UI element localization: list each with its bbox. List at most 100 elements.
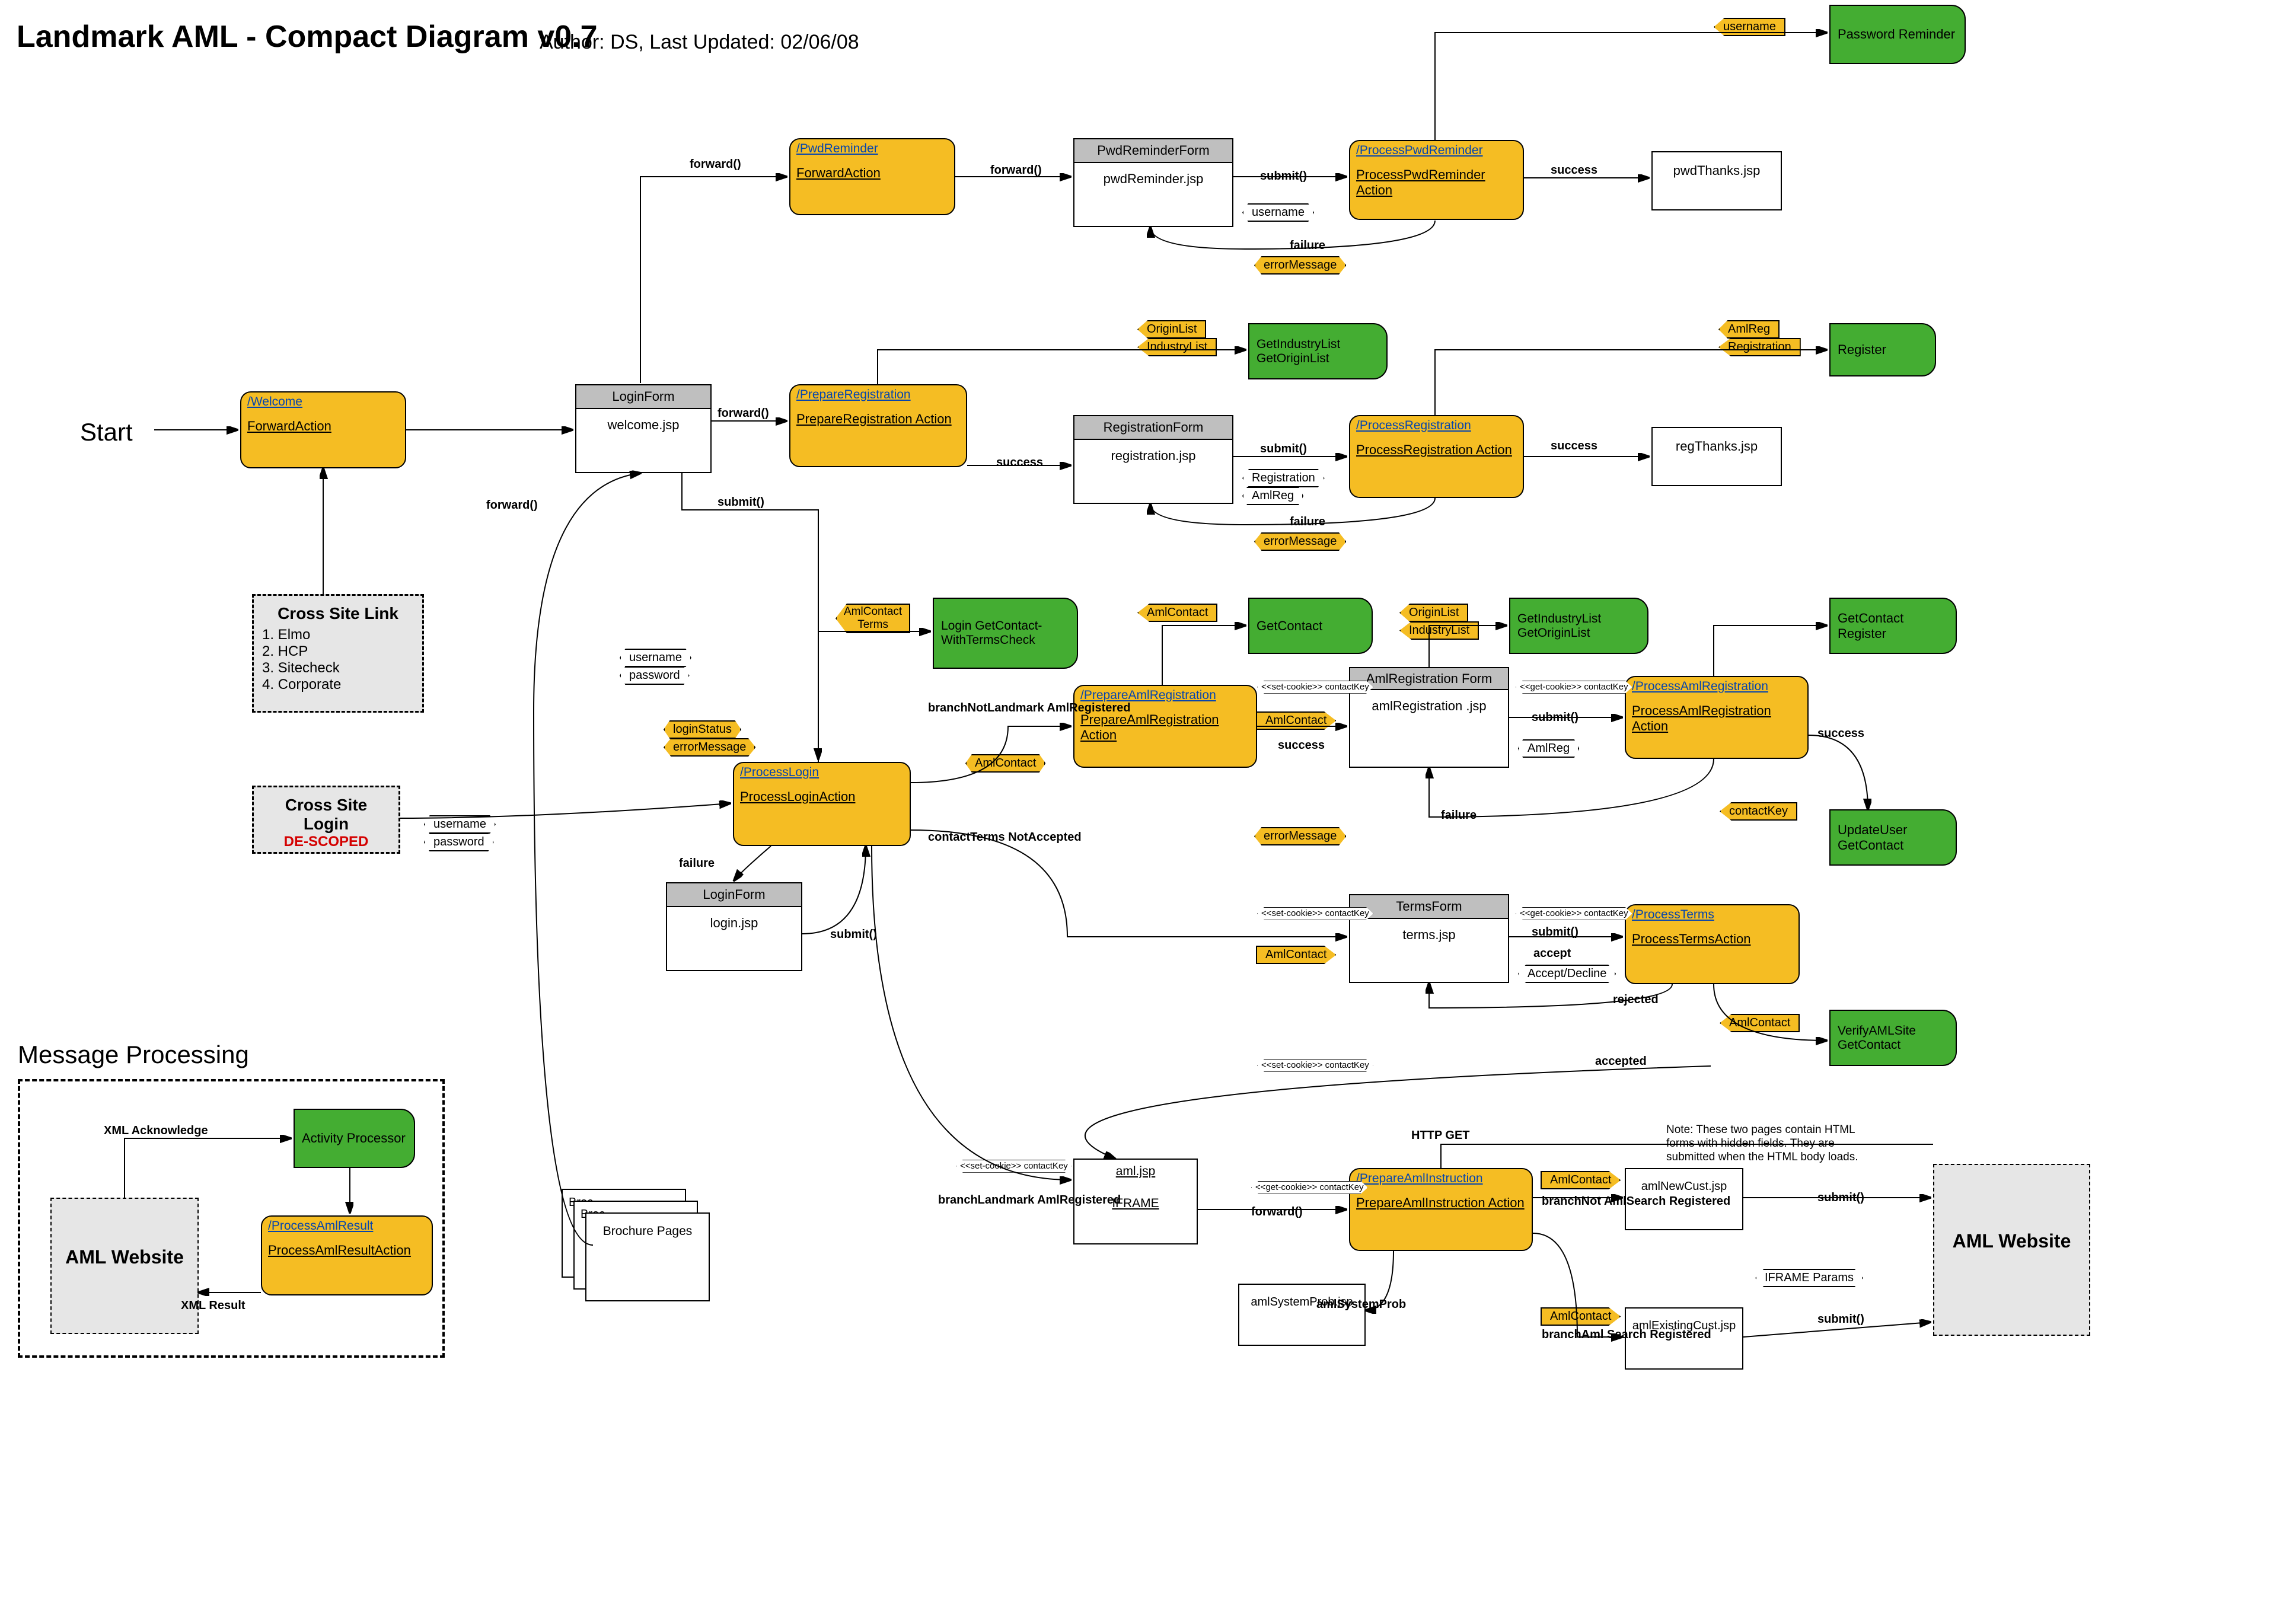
form-amlreg-hdr: AmlRegistration Form (1350, 668, 1508, 690)
tag-password-w: password (620, 666, 690, 685)
lbl-submit-aml: submit() (1532, 710, 1578, 725)
tag-username-w3: username (424, 815, 496, 834)
tag-reg-w: Registration (1242, 469, 1325, 487)
action-proclogin-path: /ProcessLogin (734, 763, 910, 782)
svc-getind2: GetIndustryList GetOriginList (1509, 598, 1648, 654)
lbl-submit-pwd: submit() (1260, 169, 1307, 183)
note-hidden-forms: Note: These two pages contain HTML forms… (1666, 1124, 1880, 1164)
lbl-submit-terms: submit() (1532, 925, 1578, 939)
lbl-branchNotAml: branchNot AmlSearch Registered (1542, 1195, 1730, 1208)
form-login2-body: login.jsp (667, 907, 801, 947)
action-procreg-name: ProcessRegistration Action (1350, 435, 1523, 467)
lbl-fail-pwd: failure (1290, 238, 1325, 253)
csl-item-3: 4. Corporate (262, 676, 414, 693)
form-pwdrem-body: pwdReminder.jsp (1074, 163, 1232, 203)
cookie-set-2: <<set-cookie>> contactKey (1257, 907, 1373, 920)
tag-errmsg1: errorMessage (1254, 256, 1346, 275)
diagram-author: Author: DS, Last Updated: 02/06/08 (540, 31, 859, 54)
cookie-get-2: <<get-cookie>> contactKey (1516, 907, 1632, 920)
tag-amlcontact2: AmlContact (965, 754, 1045, 773)
form-terms: TermsForm terms.jsp (1349, 894, 1509, 983)
svc-getconreg: GetContact Register (1829, 598, 1957, 654)
lbl-accept: accept (1533, 946, 1571, 960)
tag-contactkey: contactKey (1720, 802, 1797, 821)
tag-amlreg-w: AmlReg (1242, 487, 1303, 505)
lbl-submit-login2: submit() (830, 927, 877, 942)
svc-actproc: Activity Processor (294, 1109, 415, 1168)
form-reg-hdr: RegistrationForm (1074, 416, 1232, 440)
svc-logingc: Login GetContact-WithTermsCheck (933, 598, 1078, 669)
svc-getind: GetIndustryList GetOriginList (1248, 323, 1388, 379)
page-amljsp-title: aml.jsp (1074, 1160, 1197, 1193)
action-procterms: /ProcessTerms ProcessTermsAction (1625, 904, 1800, 984)
action-procaml-name: ProcessAmlRegistration Action (1626, 696, 1807, 743)
form-amlreg: AmlRegistration Form amlRegistration .js… (1349, 667, 1509, 768)
action-procreg-path: /ProcessRegistration (1350, 416, 1523, 435)
cookie-get-1: <<get-cookie>> contactKey (1516, 681, 1632, 694)
action-procterms-name: ProcessTermsAction (1626, 924, 1798, 956)
lbl-amlsys: amlSystemProb (1316, 1297, 1406, 1311)
tag-username-w2: username (620, 649, 691, 667)
lbl-fwd4: forward() (486, 498, 538, 512)
tag-amlcontact3: AmlContact (1256, 711, 1336, 730)
page-amlsysprob: amlSystemProb.jsp (1238, 1284, 1366, 1346)
lbl-fwd-pwd: forward() (690, 157, 741, 171)
tag-industry1: IndustryList (1137, 338, 1217, 356)
form-terms-body: terms.jsp (1350, 919, 1508, 959)
csl-item-0: 1. Elmo (262, 627, 414, 643)
lbl-accepted: accepted (1595, 1054, 1647, 1068)
action-procamlres: /ProcessAmlResult ProcessAmlResultAction (261, 1215, 433, 1295)
svc-pwdrem: Password Reminder (1829, 5, 1966, 64)
lbl-ctna: contactTerms NotAccepted (928, 830, 1082, 844)
lbl-branchAmlS: branchAml Search Registered (1542, 1328, 1711, 1341)
tag-origin1: OriginList (1137, 320, 1206, 339)
lbl-httpget: HTTP GET (1411, 1128, 1470, 1143)
action-procaml-path: /ProcessAmlRegistration (1626, 677, 1807, 696)
page-pwdthanks: pwdThanks.jsp (1651, 151, 1782, 210)
svc-upduser: UpdateUser GetContact (1829, 809, 1957, 866)
cslogin-title: Cross Site Login (262, 796, 390, 834)
cookie-set-3: <<set-cookie>> contactKey (1257, 1059, 1373, 1072)
csl-title: Cross Site Link (262, 604, 414, 623)
action-procamlres-name: ProcessAmlResultAction (262, 1236, 432, 1268)
cookie-set-4: <<set-cookie>> contactKey (956, 1160, 1072, 1173)
form-login2-hdr: LoginForm (667, 883, 801, 907)
lbl-submit-newcust: submit() (1817, 1191, 1864, 1205)
form-terms-hdr: TermsForm (1350, 895, 1508, 919)
lbl-branchland: branchLandmark AmlRegistered (938, 1193, 1121, 1207)
svc-register: Register (1829, 323, 1936, 376)
lbl-success-pwd: success (1551, 163, 1597, 177)
lbl-fail-login: failure (679, 856, 715, 870)
page-amlweb-l: AML Website (50, 1198, 199, 1334)
tag-amlreg: AmlReg (1718, 320, 1780, 339)
lbl-xmlres: XML Result (181, 1298, 245, 1313)
action-pwdrem: /PwdReminder ForwardAction (789, 138, 955, 215)
action-prepinstr-path: /PrepareAmlInstruction (1350, 1169, 1532, 1188)
lbl-success-aml: success (1278, 738, 1325, 752)
lbl-fwd-reg: forward() (718, 406, 769, 420)
form-login-hdr: LoginForm (576, 385, 710, 409)
cslogin-descoped: DE-SCOPED (262, 834, 390, 850)
action-procreg: /ProcessRegistration ProcessRegistration… (1349, 415, 1524, 498)
action-prepreg-name: PrepareRegistration Action (790, 404, 966, 436)
action-prepreg-path: /PrepareRegistration (790, 385, 966, 404)
tag-username-w: username (1242, 203, 1314, 222)
lbl-fail-aml: failure (1441, 808, 1477, 822)
section-msg-proc: Message Processing (18, 1041, 249, 1069)
form-pwdrem: PwdReminderForm pwdReminder.jsp (1073, 138, 1233, 227)
lbl-success-reg0: success (996, 455, 1043, 470)
form-login2: LoginForm login.jsp (666, 882, 802, 971)
tag-password-w2: password (424, 833, 494, 851)
form-reg: RegistrationForm registration.jsp (1073, 415, 1233, 504)
lbl-branchnot: branchNotLandmark AmlRegistered (928, 701, 1131, 715)
tag-amlcontactterms: AmlContactTerms (836, 604, 910, 633)
tag-errmsg4: errorMessage (1254, 827, 1346, 845)
action-procaml: /ProcessAmlRegistration ProcessAmlRegist… (1625, 676, 1809, 759)
note-cross-site-link: Cross Site Link 1. Elmo 2. HCP 3. Sitech… (252, 594, 424, 713)
tag-errmsg2: errorMessage (1254, 532, 1346, 551)
page-brochure: Brochure Pages (585, 1212, 710, 1301)
note-cross-site-login: Cross Site Login DE-SCOPED (252, 786, 400, 854)
action-prepaml: /PrepareAmlRegistration PrepareAmlRegist… (1073, 685, 1257, 768)
form-login: LoginForm welcome.jsp (575, 384, 712, 473)
tag-amlcontact5: AmlContact (1720, 1014, 1800, 1032)
